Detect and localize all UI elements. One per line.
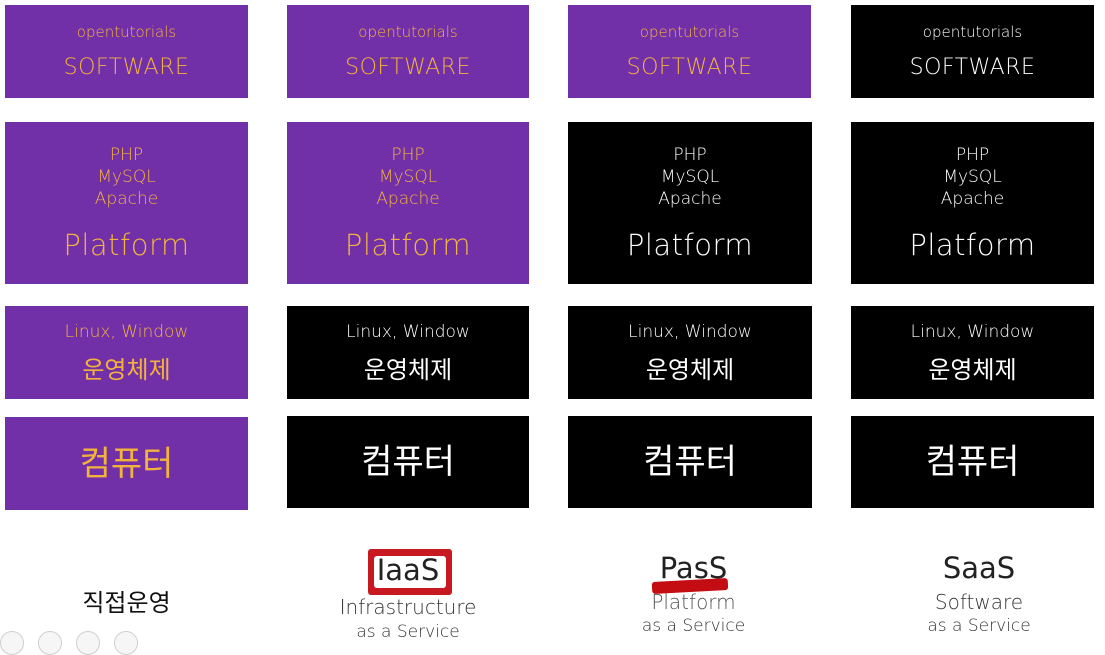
col2-os-top: Linux, Window bbox=[346, 321, 470, 342]
col4-platform-box: PHP MySQL Apache Platform bbox=[851, 122, 1094, 284]
nav-next-icon[interactable] bbox=[76, 631, 100, 655]
col3-model-full: Platform bbox=[651, 590, 736, 614]
col1-hardware-box: 컴퓨터 bbox=[5, 417, 248, 510]
col1-software-label: SOFTWARE bbox=[63, 54, 190, 80]
col4-os-top: Linux, Window bbox=[910, 321, 1035, 342]
col4-model-abbr: SaaS bbox=[942, 551, 1016, 585]
col4-software-label: SOFTWARE bbox=[909, 54, 1036, 80]
col1-software-box: opentutorials SOFTWARE bbox=[5, 5, 248, 98]
col1-platform-apache: Apache bbox=[94, 189, 159, 209]
col1-software-top: opentutorials bbox=[76, 22, 177, 41]
col4-os-box: Linux, Window 운영체제 bbox=[851, 306, 1094, 399]
col4-platform-label: Platform bbox=[909, 228, 1036, 262]
col2-platform-box: PHP MySQL Apache Platform bbox=[287, 122, 529, 284]
col4-software-top: opentutorials bbox=[922, 22, 1023, 41]
col3-platform-label: Platform bbox=[626, 228, 754, 262]
col1-hardware-label: 컴퓨터 bbox=[79, 443, 174, 484]
col3-model-suffix: as a Service bbox=[641, 616, 746, 636]
col4-hardware-label: 컴퓨터 bbox=[925, 442, 1020, 482]
col1-os-box: Linux, Window 운영체제 bbox=[5, 306, 248, 399]
col1-platform-box: PHP MySQL Apache Platform bbox=[5, 122, 248, 284]
col1-platform-php: PHP bbox=[109, 145, 144, 165]
col2-os-label: 운영체제 bbox=[363, 355, 453, 384]
col4-hardware-box: 컴퓨터 bbox=[851, 416, 1094, 508]
col3-platform-box: PHP MySQL Apache Platform bbox=[568, 122, 812, 284]
col4-platform-apache: Apache bbox=[940, 189, 1005, 209]
col1-platform-mysql: MySQL bbox=[97, 167, 156, 187]
col2-hardware-label: 컴퓨터 bbox=[361, 442, 455, 482]
col3-hardware-box: 컴퓨터 bbox=[568, 416, 812, 508]
col2-platform-mysql: MySQL bbox=[378, 167, 438, 187]
col4-platform-mysql: MySQL bbox=[943, 167, 1002, 187]
col3-os-box: Linux, Window 운영체제 bbox=[568, 306, 812, 399]
col3-software-box: opentutorials SOFTWARE bbox=[568, 5, 811, 98]
col1-os-label: 운영체제 bbox=[82, 355, 171, 384]
nav-prev-icon[interactable] bbox=[0, 631, 24, 655]
col2-platform-label: Platform bbox=[344, 228, 472, 262]
col3-platform-apache: Apache bbox=[658, 189, 722, 209]
col4-model-suffix: as a Service bbox=[927, 616, 1031, 636]
nav-menu-icon[interactable] bbox=[114, 631, 138, 655]
col3-platform-php: PHP bbox=[673, 145, 707, 165]
col4-software-box: opentutorials SOFTWARE bbox=[851, 5, 1094, 98]
col3-hardware-label: 컴퓨터 bbox=[643, 442, 737, 482]
col3-os-top: Linux, Window bbox=[628, 321, 752, 342]
col2-model-suffix: as a Service bbox=[356, 622, 460, 642]
col2-platform-php: PHP bbox=[391, 145, 425, 165]
col2-software-box: opentutorials SOFTWARE bbox=[287, 5, 529, 98]
col1-os-top: Linux, Window bbox=[64, 321, 189, 342]
col2-hardware-box: 컴퓨터 bbox=[287, 416, 529, 508]
col3-software-top: opentutorials bbox=[639, 22, 740, 41]
col2-software-label: SOFTWARE bbox=[345, 54, 471, 80]
col4-platform-php: PHP bbox=[955, 145, 990, 165]
col1-platform-label: Platform bbox=[63, 228, 190, 262]
col3-software-label: SOFTWARE bbox=[626, 54, 753, 80]
col2-model-full: Infrastructure bbox=[339, 595, 477, 619]
col2-software-top: opentutorials bbox=[358, 22, 458, 41]
nav-play-icon[interactable] bbox=[38, 631, 62, 655]
col4-os-label: 운영체제 bbox=[928, 355, 1017, 384]
col2-os-box: Linux, Window 운영체제 bbox=[287, 306, 529, 399]
col2-model-abbr: IaaS bbox=[376, 553, 440, 587]
col1-model-label: 직접운영 bbox=[82, 589, 171, 617]
col2-platform-apache: Apache bbox=[376, 189, 440, 209]
col4-model-full: Software bbox=[934, 590, 1024, 614]
slide-nav-controls bbox=[0, 631, 138, 655]
col3-platform-mysql: MySQL bbox=[660, 167, 720, 187]
col3-os-label: 운영체제 bbox=[645, 355, 735, 384]
